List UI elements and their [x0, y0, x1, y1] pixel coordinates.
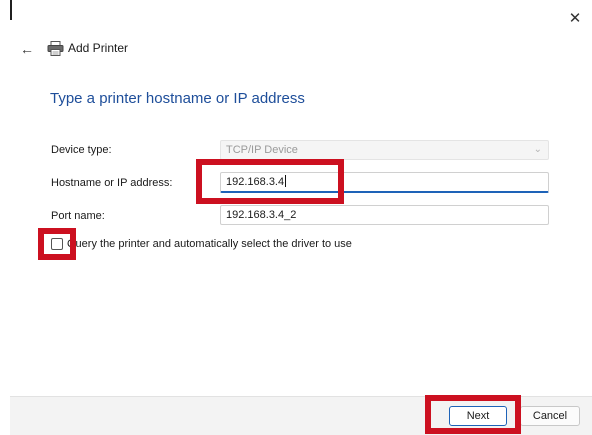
query-printer-label[interactable]: Query the printer and automatically sele…: [67, 238, 352, 250]
cancel-button[interactable]: Cancel: [520, 406, 580, 426]
device-type-label: Device type:: [51, 144, 112, 156]
highlight-next-button: [425, 395, 521, 434]
port-name-value: 192.168.3.4_2: [226, 209, 297, 221]
port-name-label: Port name:: [51, 210, 105, 222]
close-icon: ✕: [568, 10, 582, 27]
chevron-down-icon: ⌄: [533, 144, 542, 155]
hostname-label: Hostname or IP address:: [51, 177, 173, 189]
port-name-input[interactable]: 192.168.3.4_2: [220, 205, 549, 225]
back-arrow-icon: ←: [20, 41, 34, 57]
close-button[interactable]: ✕: [566, 10, 584, 28]
printer-icon: [47, 41, 64, 56]
back-button[interactable]: ←: [20, 40, 38, 58]
window-title: Add Printer: [68, 41, 129, 55]
device-type-select: TCP/IP Device ⌄: [220, 140, 549, 160]
highlight-checkbox: [38, 228, 76, 260]
highlight-hostname: [196, 159, 344, 204]
add-printer-dialog: ✕ ← Add Printer Type a printer hostname …: [0, 0, 592, 435]
window-edge: [10, 0, 12, 20]
device-type-value: TCP/IP Device: [226, 144, 298, 156]
page-heading: Type a printer hostname or IP address: [50, 90, 305, 107]
